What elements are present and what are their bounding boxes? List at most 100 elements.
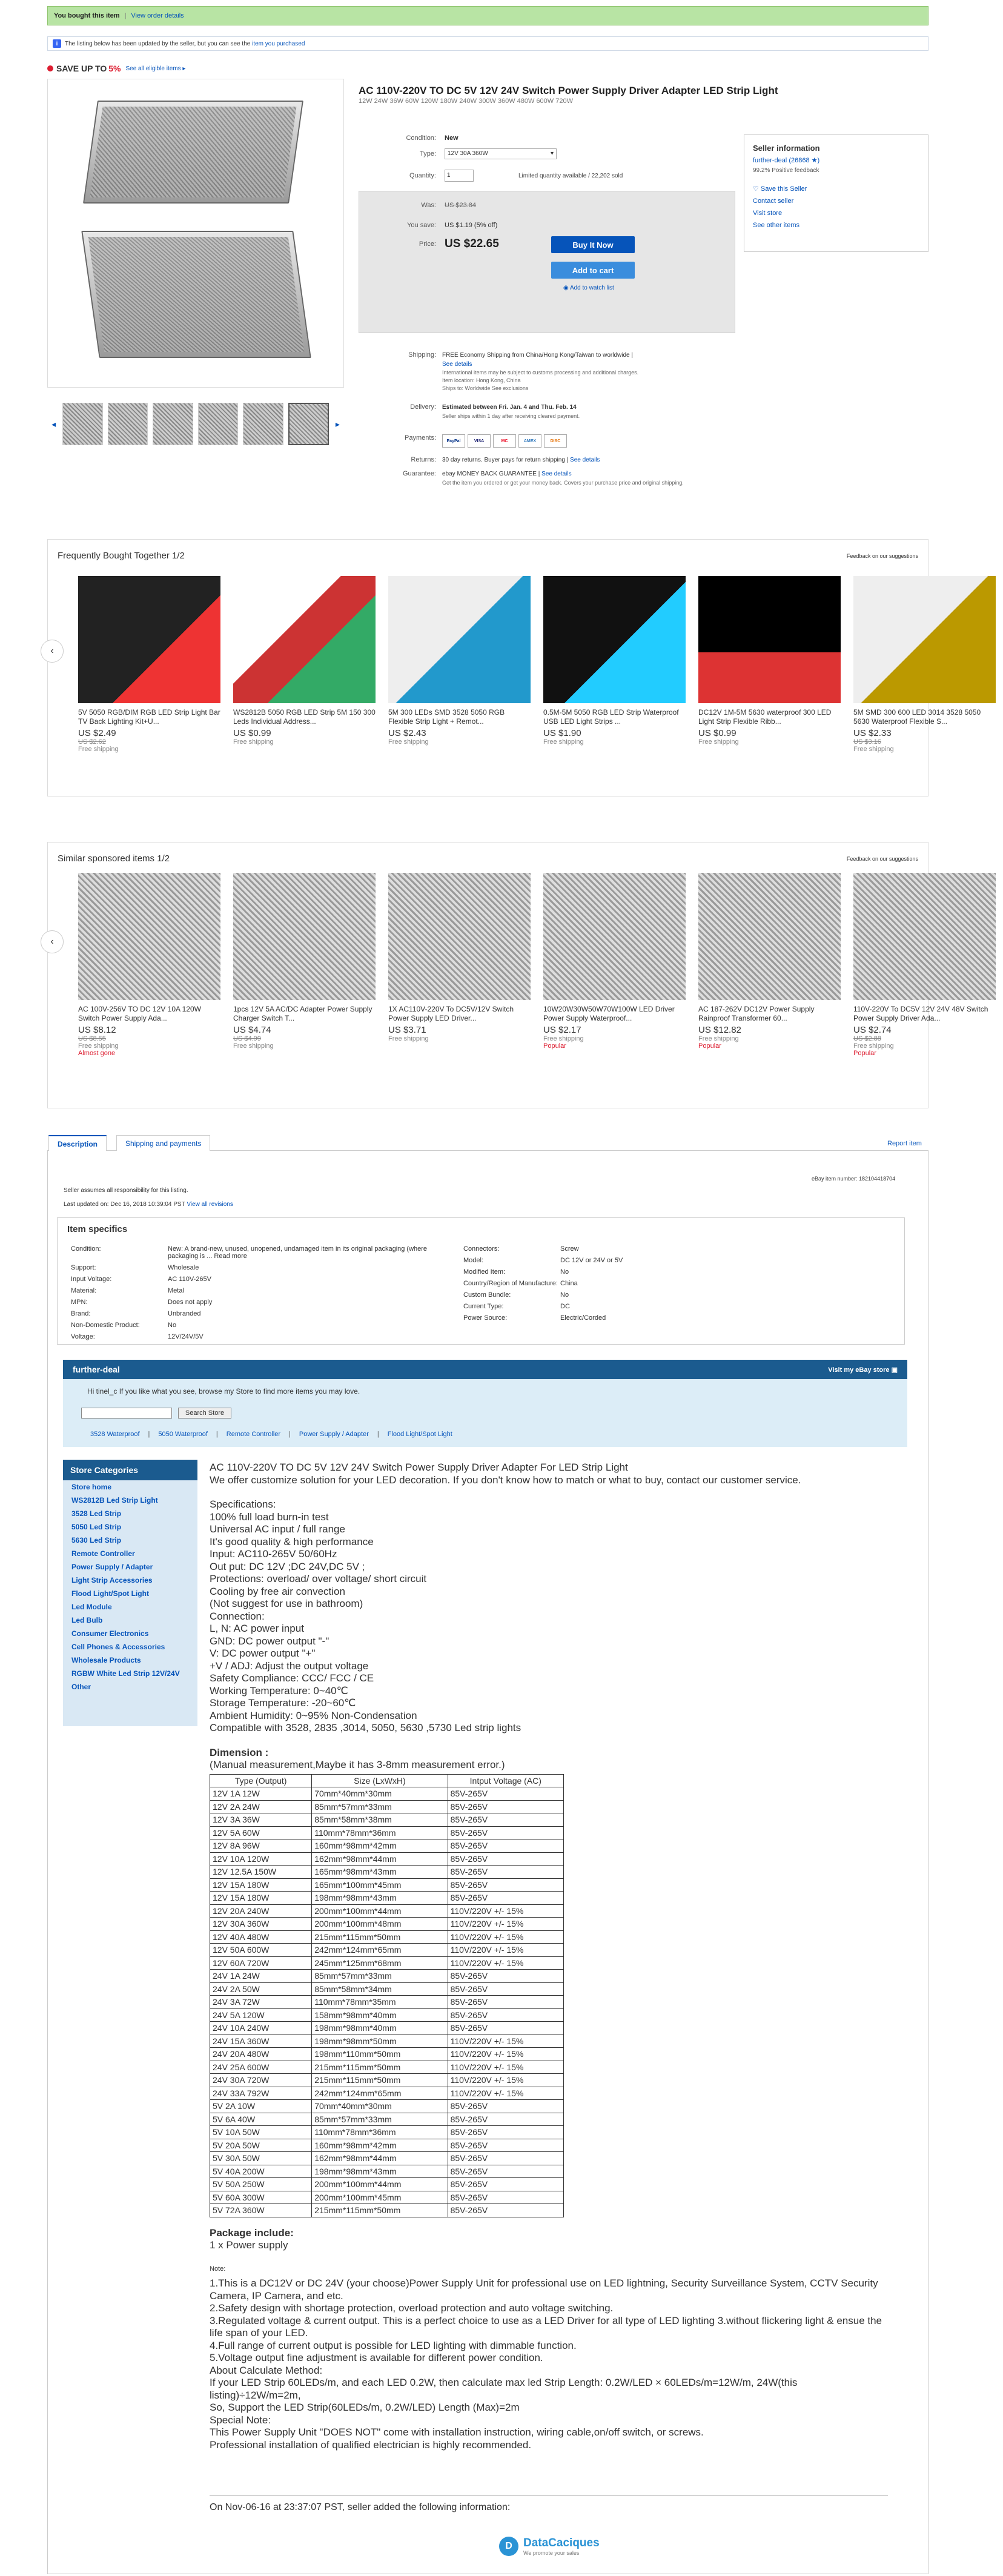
- store-category-link[interactable]: Remote Controller: [227, 1431, 280, 1438]
- store-category-item[interactable]: Wholesale Products: [63, 1654, 197, 1667]
- product-image[interactable]: [853, 576, 996, 703]
- product-image[interactable]: [388, 873, 531, 1000]
- product-image[interactable]: [233, 873, 376, 1000]
- product-card[interactable]: DC12V 1M-5M 5630 waterproof 300 LED Ligh…: [698, 576, 841, 753]
- product-card[interactable]: 5M SMD 300 600 LED 3014 3528 5050 5630 W…: [853, 576, 996, 753]
- store-category-link[interactable]: 5050 Waterproof: [158, 1431, 208, 1438]
- store-category-item[interactable]: Consumer Electronics: [63, 1627, 197, 1640]
- table-cell: 24V 33A 792W: [209, 2086, 313, 2100]
- product-card[interactable]: 5V 5050 RGB/DIM RGB LED Strip Light Bar …: [78, 576, 220, 753]
- main-product-image[interactable]: [47, 79, 344, 388]
- product-title[interactable]: 0.5M-5M 5050 RGB LED Strip Waterproof US…: [543, 708, 686, 726]
- table-row: 24V 25A 600W 215mm*115mm*50mm 110V/220V +/…: [209, 2060, 564, 2074]
- buy-it-now-button[interactable]: Buy It Now: [551, 236, 635, 253]
- store-category-item[interactable]: Flood Light/Spot Light: [63, 1587, 197, 1600]
- product-title[interactable]: 1X AC110V-220V To DC5V/12V Switch Power …: [388, 1005, 531, 1023]
- product-image[interactable]: [78, 576, 220, 703]
- product-image[interactable]: [388, 576, 531, 703]
- tab-description[interactable]: Description: [48, 1135, 107, 1151]
- quantity-input[interactable]: 1: [445, 170, 474, 182]
- thumbnail[interactable]: [107, 403, 148, 445]
- store-search-input[interactable]: [81, 1408, 172, 1419]
- prev-arrow-icon[interactable]: ‹: [41, 930, 64, 953]
- item-purchased-link[interactable]: item you purchased: [252, 41, 305, 47]
- product-card[interactable]: 110V-220V To DC5V 12V 24V 48V Switch Pow…: [853, 873, 996, 1057]
- product-title[interactable]: 1pcs 12V 5A AC/DC Adapter Power Supply C…: [233, 1005, 376, 1023]
- product-image[interactable]: [233, 576, 376, 703]
- product-image[interactable]: [543, 873, 686, 1000]
- report-item-link[interactable]: Report item: [887, 1140, 922, 1147]
- product-title[interactable]: AC 100V-256V TO DC 12V 10A 120W Switch P…: [78, 1005, 220, 1023]
- thumbnail-selected[interactable]: [288, 403, 329, 445]
- product-card[interactable]: AC 187-262V DC12V Power Supply Rainproof…: [698, 873, 841, 1057]
- thumbnail[interactable]: [62, 403, 103, 445]
- store-category-link[interactable]: Flood Light/Spot Light: [388, 1431, 452, 1438]
- guarantee-details-link[interactable]: See details: [541, 471, 571, 477]
- datacaciques-logo[interactable]: D DataCaciques We promote your sales: [499, 2537, 600, 2556]
- store-category-item[interactable]: 3528 Led Strip: [63, 1507, 197, 1520]
- store-category-item[interactable]: Led Bulb: [63, 1614, 197, 1627]
- store-category-item[interactable]: Store home: [63, 1480, 197, 1494]
- product-title[interactable]: AC 187-262V DC12V Power Supply Rainproof…: [698, 1005, 841, 1023]
- product-title[interactable]: 5M SMD 300 600 LED 3014 3528 5050 5630 W…: [853, 708, 996, 726]
- add-to-cart-button[interactable]: Add to cart: [551, 262, 635, 279]
- product-card[interactable]: 1pcs 12V 5A AC/DC Adapter Power Supply C…: [233, 873, 376, 1057]
- store-category-item[interactable]: Remote Controller: [63, 1547, 197, 1560]
- product-image[interactable]: [698, 873, 841, 1000]
- shipping-details-link[interactable]: See details: [442, 360, 781, 369]
- returns-details-link[interactable]: See details: [570, 457, 600, 463]
- store-category-item[interactable]: Other: [63, 1680, 197, 1694]
- product-title[interactable]: 110V-220V To DC5V 12V 24V 48V Switch Pow…: [853, 1005, 996, 1023]
- type-select[interactable]: 12V 30A 360W ▾: [445, 148, 557, 159]
- revisions-link[interactable]: View all revisions: [187, 1201, 233, 1208]
- product-card[interactable]: 0.5M-5M 5050 RGB LED Strip Waterproof US…: [543, 576, 686, 753]
- prev-thumb-icon[interactable]: ◂: [50, 419, 58, 429]
- seller-feedback-score[interactable]: (26868 ★): [789, 157, 819, 164]
- thumbnail[interactable]: [243, 403, 284, 445]
- visit-store-link[interactable]: Visit store: [753, 210, 919, 217]
- product-title[interactable]: 5V 5050 RGB/DIM RGB LED Strip Light Bar …: [78, 708, 220, 726]
- product-card[interactable]: 10W20W30W50W70W100W LED Driver Power Sup…: [543, 873, 686, 1057]
- prev-arrow-icon[interactable]: ‹: [41, 640, 64, 663]
- store-category-item[interactable]: Led Module: [63, 1600, 197, 1614]
- store-category-item[interactable]: WS2812B Led Strip Light: [63, 1494, 197, 1507]
- other-items-link[interactable]: See other items: [753, 222, 919, 229]
- watch-list-link[interactable]: ◉ Add to watch list: [563, 285, 614, 291]
- sponsored-feedback-link[interactable]: Feedback on our suggestions: [847, 856, 918, 862]
- product-image[interactable]: [543, 576, 686, 703]
- product-card[interactable]: 1X AC110V-220V To DC5V/12V Switch Power …: [388, 873, 531, 1057]
- product-card[interactable]: WS2812B 5050 RGB LED Strip 5M 150 300 Le…: [233, 576, 376, 753]
- product-title[interactable]: DC12V 1M-5M 5630 waterproof 300 LED Ligh…: [698, 708, 841, 726]
- store-category-item[interactable]: 5630 Led Strip: [63, 1534, 197, 1547]
- product-image[interactable]: [698, 576, 841, 703]
- store-category-item[interactable]: 5050 Led Strip: [63, 1520, 197, 1534]
- store-category-item[interactable]: Cell Phones & Accessories: [63, 1640, 197, 1654]
- store-category-item[interactable]: RGBW White Led Strip 12V/24V: [63, 1667, 197, 1680]
- product-title[interactable]: 5M 300 LEDs SMD 3528 5050 RGB Flexible S…: [388, 708, 531, 726]
- tab-shipping-payments[interactable]: Shipping and payments: [116, 1135, 211, 1151]
- eligible-items-link[interactable]: See all eligible items ▸: [125, 65, 185, 72]
- contact-seller-link[interactable]: Contact seller: [753, 197, 919, 205]
- spec-key: Condition:: [71, 1245, 101, 1253]
- next-thumb-icon[interactable]: ▸: [334, 419, 342, 429]
- product-card[interactable]: AC 100V-256V TO DC 12V 10A 120W Switch P…: [78, 873, 220, 1057]
- product-image[interactable]: [853, 873, 996, 1000]
- store-name[interactable]: further-deal: [73, 1365, 120, 1374]
- product-card[interactable]: 5M 300 LEDs SMD 3528 5050 RGB Flexible S…: [388, 576, 531, 753]
- thumbnail[interactable]: [197, 403, 239, 445]
- save-seller-link[interactable]: ♡ Save this Seller: [753, 185, 919, 193]
- product-title[interactable]: WS2812B 5050 RGB LED Strip 5M 150 300 Le…: [233, 708, 376, 726]
- product-title[interactable]: 10W20W30W50W70W100W LED Driver Power Sup…: [543, 1005, 686, 1023]
- visit-store-button[interactable]: Visit my eBay store ▣: [828, 1366, 898, 1374]
- product-image[interactable]: [78, 873, 220, 1000]
- seller-name-link[interactable]: further-deal: [753, 157, 787, 164]
- store-category-link[interactable]: 3528 Waterproof: [90, 1431, 140, 1438]
- table-cell: 12V 60A 720W: [209, 1956, 313, 1970]
- thumbnail[interactable]: [153, 403, 193, 445]
- store-category-item[interactable]: Light Strip Accessories: [63, 1574, 197, 1587]
- fbt-feedback-link[interactable]: Feedback on our suggestions: [847, 553, 918, 559]
- store-search-button[interactable]: Search Store: [178, 1408, 231, 1419]
- view-order-link[interactable]: View order details: [131, 12, 184, 19]
- store-category-link[interactable]: Power Supply / Adapter: [299, 1431, 369, 1438]
- store-category-item[interactable]: Power Supply / Adapter: [63, 1560, 197, 1574]
